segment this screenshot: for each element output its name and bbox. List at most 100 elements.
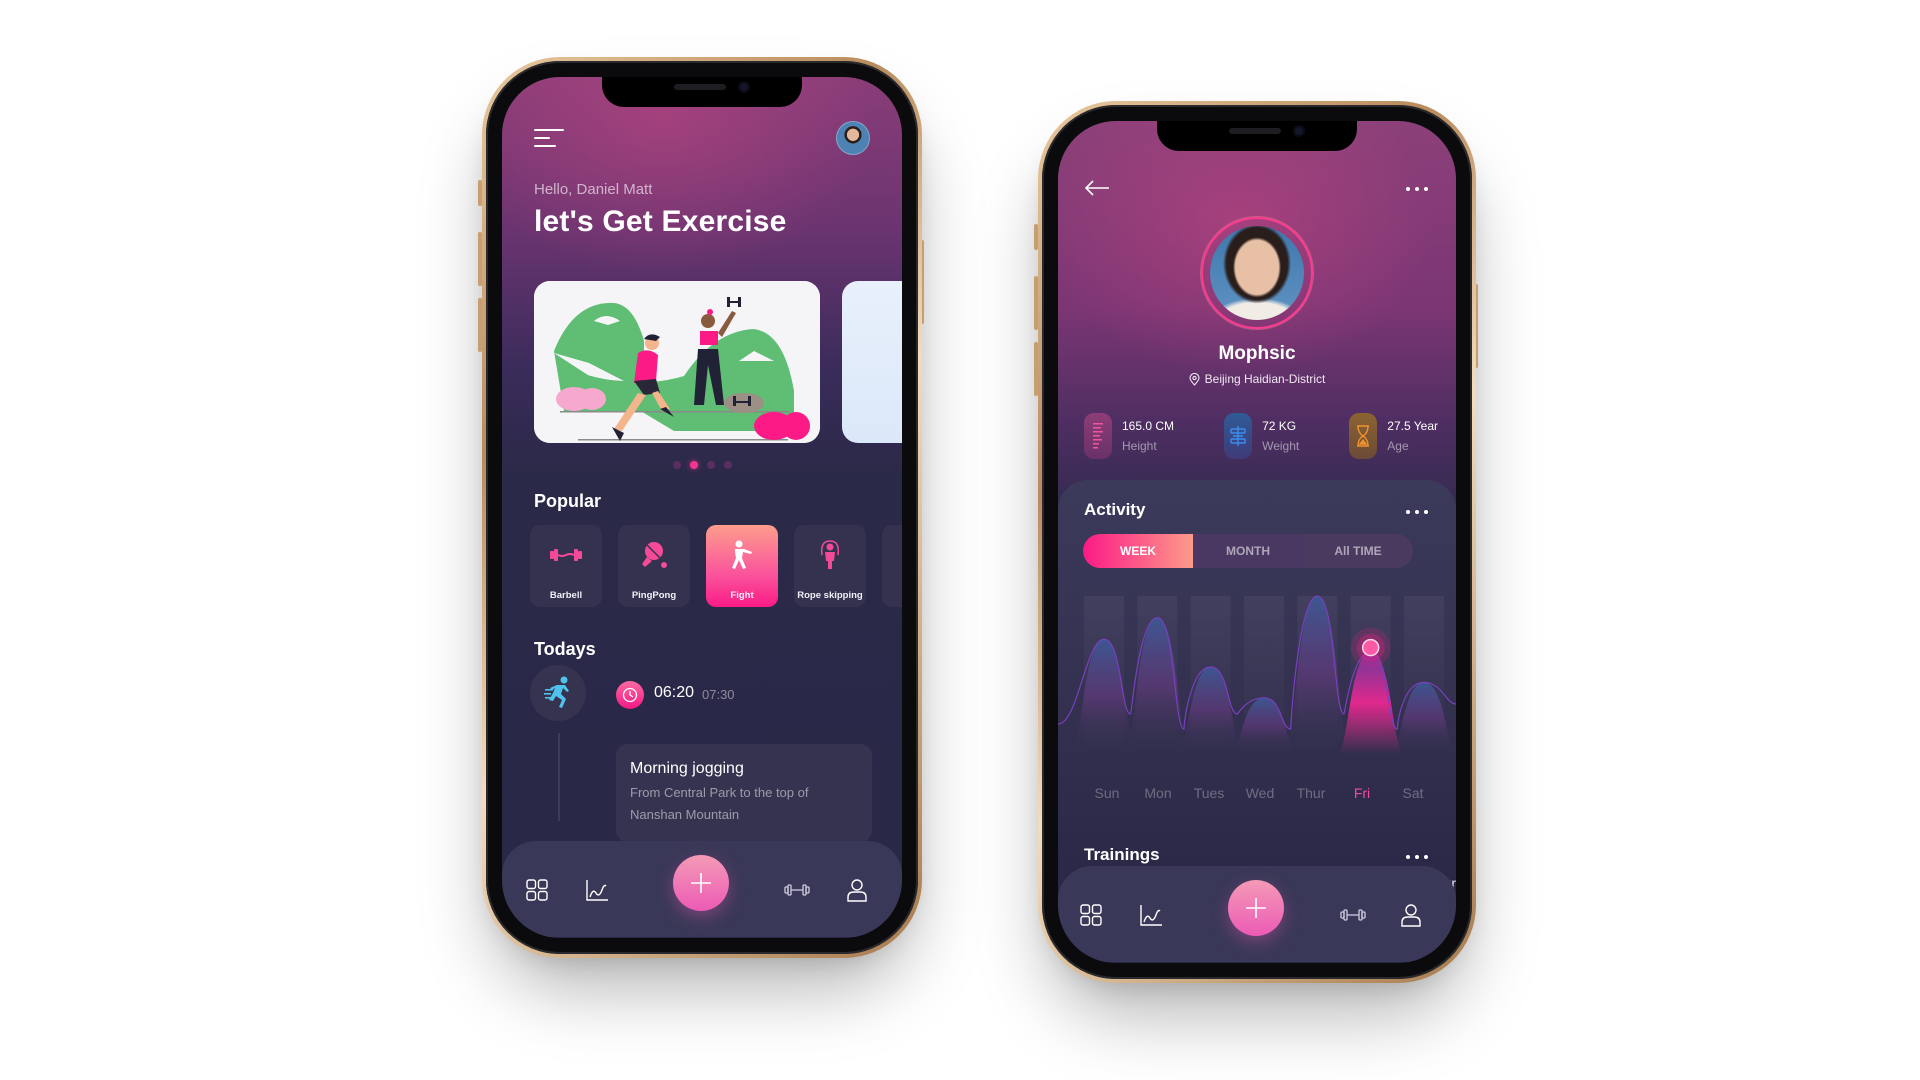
next-banner-card[interactable] [842, 281, 902, 443]
chart-peak-sun[interactable] [1072, 639, 1136, 754]
popular-item-label: Barbell [549, 590, 583, 601]
dashboard-icon[interactable] [524, 877, 550, 903]
bottom-tab-bar [502, 841, 902, 937]
popular-item-barbell[interactable]: Barbell [530, 525, 602, 607]
popular-item-pingpong[interactable]: PingPong [618, 525, 690, 607]
dashboard-icon[interactable] [1078, 902, 1104, 928]
stat-label: Height [1122, 439, 1157, 453]
stat-label: Age [1387, 439, 1409, 453]
profile-icon[interactable] [844, 877, 870, 903]
carousel-dot[interactable] [723, 461, 732, 469]
phone-home-screen: Hello, Daniel Matt let's Get Exercise Po… [482, 57, 922, 958]
barbell-icon [548, 537, 584, 573]
stat-weight: 72 KG Weight [1224, 413, 1299, 459]
carousel-dot[interactable] [672, 461, 681, 469]
location-pin-icon [1189, 372, 1200, 386]
profile-name: Mophsic [1218, 343, 1296, 364]
profile-icon[interactable] [1398, 902, 1424, 928]
activity-panel: Activity WEEK MONTH All TIME Sun Mon Tues W… [1058, 480, 1456, 860]
add-button[interactable] [673, 855, 729, 911]
task-title: Morning jogging [630, 760, 744, 777]
popular-item-fight[interactable]: Fight [706, 525, 778, 607]
profile-location: Beijing Haidian-District [1058, 372, 1456, 386]
bottom-tab-bar [1058, 866, 1456, 962]
profile-screen: Mophsic Beijing Haidian-District 165.0 C… [1058, 121, 1456, 963]
carousel-dot-active[interactable] [689, 461, 698, 469]
trainings-more-icon[interactable] [1406, 855, 1428, 859]
chart-peak-sat[interactable] [1392, 682, 1456, 754]
tab-week[interactable]: WEEK [1083, 534, 1193, 568]
task-description-line2: Nanshan Mountain [630, 807, 740, 822]
activity-more-icon[interactable] [1406, 510, 1428, 514]
phone-bezel: Mophsic Beijing Haidian-District 165.0 C… [1042, 105, 1472, 979]
tab-all-time[interactable]: All TIME [1303, 534, 1413, 568]
greeting-text: Hello, Daniel Matt [534, 181, 653, 198]
chart-x-tick-thur[interactable]: Thur [1286, 785, 1336, 801]
phone-bezel: Hello, Daniel Matt let's Get Exercise Po… [486, 61, 918, 954]
chart-x-tick-mon[interactable]: Mon [1133, 785, 1183, 801]
chart-x-tick-fri[interactable]: Fri [1337, 785, 1387, 801]
exercise-illustration [534, 281, 820, 443]
ruler-icon [1084, 413, 1112, 459]
add-icon [1246, 898, 1266, 918]
stat-age: 27.5 Year Age [1349, 413, 1438, 459]
stat-value: 27.5 Year [1387, 419, 1438, 433]
todays-heading: Todays [534, 639, 596, 659]
add-icon [691, 873, 711, 893]
back-arrow-icon[interactable] [1084, 179, 1110, 202]
chart-x-tick-sun[interactable]: Sun [1082, 785, 1132, 801]
pingpong-icon [636, 537, 672, 573]
weight-icon [1224, 413, 1253, 459]
fight-icon [724, 537, 760, 573]
activity-chart [1058, 576, 1456, 776]
popular-item-label: PingPong [631, 590, 677, 601]
dumbbell-icon[interactable] [784, 877, 810, 903]
dumbbell-icon[interactable] [1340, 902, 1366, 928]
location-text: Beijing Haidian-District [1204, 372, 1326, 386]
popular-item-rope-skipping[interactable]: Rope skipping [794, 525, 866, 607]
home-screen: Hello, Daniel Matt let's Get Exercise Po… [502, 77, 902, 938]
chart-x-tick-sat[interactable]: Sat [1388, 785, 1438, 801]
phone-profile-screen: Mophsic Beijing Haidian-District 165.0 C… [1038, 101, 1476, 983]
notch [1157, 121, 1357, 151]
popular-item-label: Rope skipping [797, 590, 863, 601]
hourglass-icon [1349, 413, 1378, 459]
running-icon [530, 665, 586, 721]
activity-chart-svg [1058, 595, 1456, 754]
popular-item-partial[interactable] [882, 525, 902, 607]
exercise-banner-card[interactable] [534, 281, 820, 443]
page-title: let's Get Exercise [534, 205, 787, 238]
start-time: 06:20 [654, 684, 695, 701]
activity-heading: Activity [1084, 500, 1146, 519]
chart-icon[interactable] [584, 877, 610, 903]
stat-value: 165.0 CM [1122, 419, 1175, 433]
more-options-icon[interactable] [1406, 187, 1428, 191]
end-time: 07:30 [702, 687, 735, 702]
popular-list: Barbell PingPong Fight Rope skipping [530, 525, 902, 607]
notch [602, 77, 802, 107]
add-button[interactable] [1228, 880, 1284, 936]
chart-icon[interactable] [1138, 902, 1164, 928]
stat-value: 72 KG [1262, 419, 1297, 433]
menu-icon[interactable] [534, 129, 564, 151]
task-description-line1: From Central Park to the top of [630, 785, 809, 800]
chart-marker-selected[interactable] [1361, 638, 1380, 657]
carousel-dot[interactable] [706, 461, 715, 469]
chart-x-axis: Sun Mon Tues Wed Thur Fri Sat [1082, 785, 1438, 801]
task-card[interactable]: Morning jogging From Central Park to the… [616, 744, 872, 842]
carousel-indicator [502, 461, 902, 469]
popular-item-label: Fight [730, 590, 754, 601]
rope-skipping-icon [812, 537, 848, 573]
chart-x-tick-wed[interactable]: Wed [1235, 785, 1285, 801]
stat-height: 165.0 CM Height [1084, 413, 1174, 459]
clock-icon [616, 681, 644, 709]
profile-avatar-ring [1201, 217, 1313, 329]
user-avatar[interactable] [836, 121, 870, 155]
popular-heading: Popular [534, 491, 602, 511]
trainings-heading: Trainings [1084, 845, 1160, 864]
timeline-line [558, 733, 560, 821]
tab-month[interactable]: MONTH [1193, 534, 1303, 568]
profile-avatar[interactable] [1210, 226, 1304, 320]
chart-x-tick-tues[interactable]: Tues [1184, 785, 1234, 801]
activity-range-tabs: WEEK MONTH All TIME [1083, 534, 1413, 568]
